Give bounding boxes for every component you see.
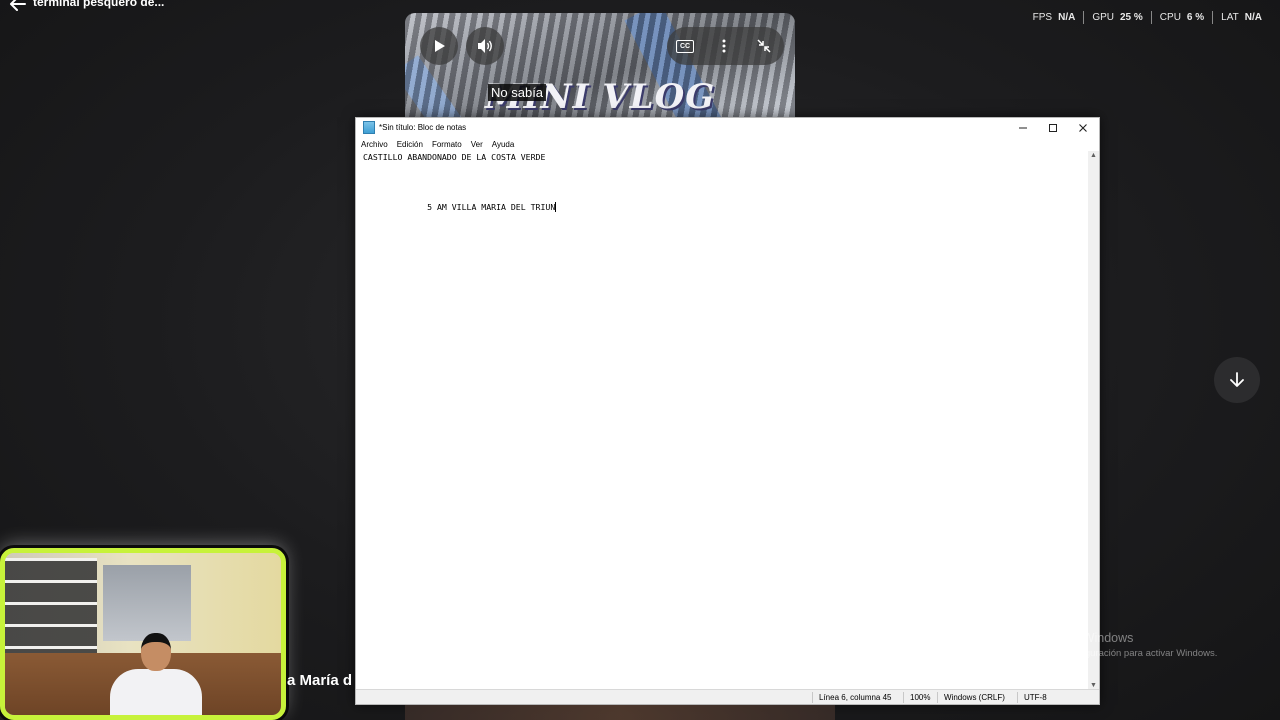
close-button[interactable] — [1068, 118, 1098, 137]
play-button[interactable] — [420, 27, 458, 65]
activation-watermark-subtitle: Ve a Configuración para activar Windows. — [1041, 648, 1218, 659]
location-text-partial: a María d — [287, 672, 353, 689]
menu-ver[interactable]: Ver — [471, 140, 483, 149]
minimize-icon — [1019, 127, 1027, 128]
play-icon — [435, 40, 445, 52]
streamer-figure — [105, 633, 205, 715]
status-zoom: 100% — [903, 692, 930, 703]
editor-line-current: 5 AM VILLA MARIA DEL TRIUN — [363, 202, 557, 212]
volume-button[interactable] — [466, 27, 504, 65]
scroll-down-button[interactable] — [1214, 357, 1260, 403]
video-caption: No sabía — [488, 84, 547, 101]
streamer-head — [141, 633, 171, 671]
close-icon — [1079, 123, 1087, 132]
scroll-down-arrow-icon[interactable]: ▼ — [1090, 682, 1097, 689]
scroll-up-arrow-icon[interactable]: ▲ — [1090, 152, 1097, 159]
back-arrow-icon[interactable] — [8, 0, 28, 14]
stat-gpu: GPU 25 % — [1092, 12, 1143, 23]
window-title: *Sin título: Bloc de notas — [379, 123, 467, 132]
text-caret — [555, 202, 557, 212]
webcam-window — [103, 565, 191, 641]
status-bar: Línea 6, columna 45 100% Windows (CRLF) … — [356, 689, 1099, 704]
menu-formato[interactable]: Formato — [432, 140, 462, 149]
webcam-overlay — [0, 548, 286, 720]
menu-bar: Archivo Edición Formato Ver Ayuda — [356, 137, 1099, 151]
video-thumbnail-strip — [405, 705, 835, 720]
status-cursor-position: Línea 6, columna 45 — [812, 692, 892, 703]
stat-cpu: CPU 6 % — [1159, 12, 1205, 23]
more-options-icon[interactable] — [720, 38, 728, 54]
stat-lat: LAT N/A — [1221, 12, 1262, 23]
status-encoding: UTF-8 — [1017, 692, 1047, 703]
captions-button[interactable]: CC — [676, 40, 694, 53]
volume-icon — [478, 39, 492, 53]
text-editor[interactable]: CASTILLO ABANDONADO DE LA COSTA VERDE 5 … — [356, 151, 1088, 690]
maximize-button[interactable] — [1038, 118, 1068, 137]
status-line-ending: Windows (CRLF) — [937, 692, 1005, 703]
notepad-window[interactable]: *Sin título: Bloc de notas Archivo Edici… — [355, 117, 1100, 705]
vertical-scrollbar[interactable]: ▲ ▼ — [1088, 151, 1099, 690]
menu-ayuda[interactable]: Ayuda — [492, 140, 515, 149]
window-titlebar[interactable]: *Sin título: Bloc de notas — [356, 118, 1099, 137]
menu-archivo[interactable]: Archivo — [361, 140, 388, 149]
performance-stats: FPS N/A GPU 25 % CPU 6 % LAT N/A — [1025, 11, 1270, 24]
notepad-app-icon — [363, 121, 375, 134]
video-title: terminal pesquero de... — [33, 0, 165, 9]
menu-edicion[interactable]: Edición — [397, 140, 423, 149]
stat-fps: FPS N/A — [1032, 12, 1076, 23]
activation-watermark-title: Activar Windows — [1041, 631, 1134, 645]
maximize-icon — [1049, 123, 1057, 132]
minimize-button[interactable] — [1008, 118, 1038, 137]
streamer-body — [110, 669, 202, 715]
arrow-down-icon — [1230, 372, 1244, 387]
exit-fullscreen-icon[interactable] — [756, 38, 772, 54]
editor-line: CASTILLO ABANDONADO DE LA COSTA VERDE — [363, 152, 546, 162]
